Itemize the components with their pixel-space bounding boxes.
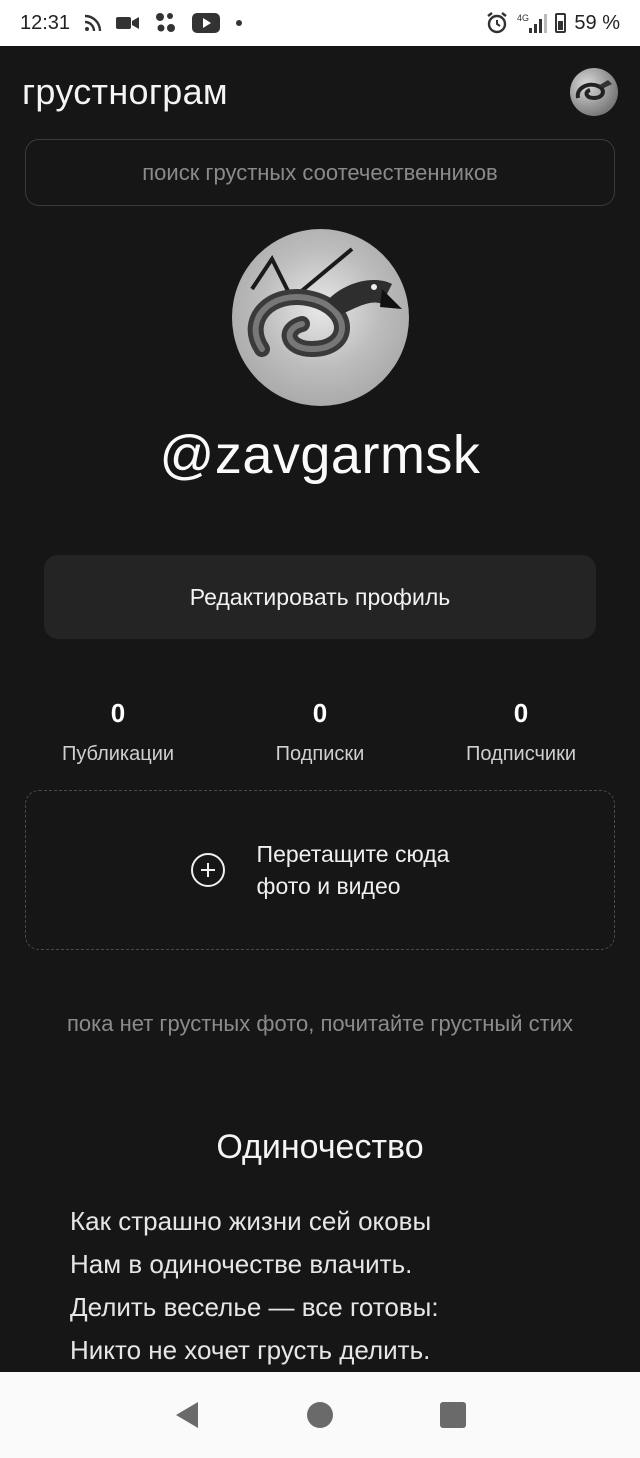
signal-icon: 4G — [517, 11, 548, 35]
recents-icon — [440, 1402, 467, 1428]
stat-value: 0 — [110, 698, 126, 728]
stat-label: Подписки — [275, 743, 365, 765]
rss-icon — [84, 11, 102, 35]
poem-line: Делить веселье — все готовы: — [70, 1292, 439, 1322]
app-dots-icon — [154, 11, 178, 35]
battery-icon — [555, 13, 567, 33]
back-button[interactable] — [167, 1395, 207, 1435]
status-right: 4G 59 % — [485, 11, 620, 35]
profile-username: @zavgarmsk — [159, 425, 481, 485]
status-left: 12:31 — [20, 11, 244, 35]
status-time: 12:31 — [20, 11, 71, 34]
network-type: 4G — [517, 13, 529, 23]
android-nav-bar — [0, 1372, 640, 1458]
home-icon — [306, 1402, 333, 1428]
stat-value: 0 — [312, 698, 328, 728]
app-title: грустнограм — [22, 71, 228, 112]
search-input[interactable] — [26, 159, 614, 186]
profile-avatar[interactable] — [232, 229, 409, 406]
alarm-icon — [485, 11, 509, 35]
poem-title: Одиночество — [216, 1128, 424, 1166]
home-button[interactable] — [300, 1395, 340, 1435]
stat-label: Публикации — [61, 743, 175, 765]
upload-text: Перетащите сюда фото и видео — [256, 841, 450, 899]
upload-dropzone[interactable]: Перетащите сюда фото и видео — [25, 790, 615, 950]
video-camera-icon — [116, 11, 140, 35]
snake-avatar-image — [575, 80, 612, 101]
poem-line: Никто не хочет грусть делить. — [70, 1335, 431, 1365]
poem-line: Нам в одиночестве влачить. — [70, 1249, 413, 1279]
notification-dot-icon — [234, 11, 244, 35]
stat-label: Подписчики — [465, 743, 577, 765]
stat-following[interactable]: 0 Подписки — [220, 697, 420, 766]
profile-stats: 0 Публикации 0 Подписки 0 Подписчики — [0, 697, 640, 777]
battery-percent: 59 % — [574, 11, 620, 34]
plus-circle-icon — [190, 853, 225, 887]
recents-button[interactable] — [433, 1395, 473, 1435]
back-icon — [175, 1402, 198, 1428]
empty-feed-note: пока нет грустных фото, почитайте грустн… — [66, 1011, 574, 1036]
stat-publications[interactable]: 0 Публикации — [18, 697, 218, 766]
header-avatar[interactable] — [570, 68, 618, 116]
youtube-icon — [192, 11, 221, 35]
status-bar: 12:31 4G 59 % — [0, 0, 640, 46]
stat-value: 0 — [513, 698, 529, 728]
poem-body: Как страшно жизни сей оковы Нам в одиноч… — [70, 1200, 590, 1372]
edit-profile-button[interactable]: Редактировать профиль — [44, 555, 596, 639]
app-header: грустнограм — [22, 64, 618, 120]
search-box[interactable] — [25, 139, 615, 206]
poem-line: Как страшно жизни сей оковы — [70, 1206, 432, 1236]
stat-followers[interactable]: 0 Подписчики — [421, 697, 621, 766]
snake-profile-image — [247, 247, 402, 358]
